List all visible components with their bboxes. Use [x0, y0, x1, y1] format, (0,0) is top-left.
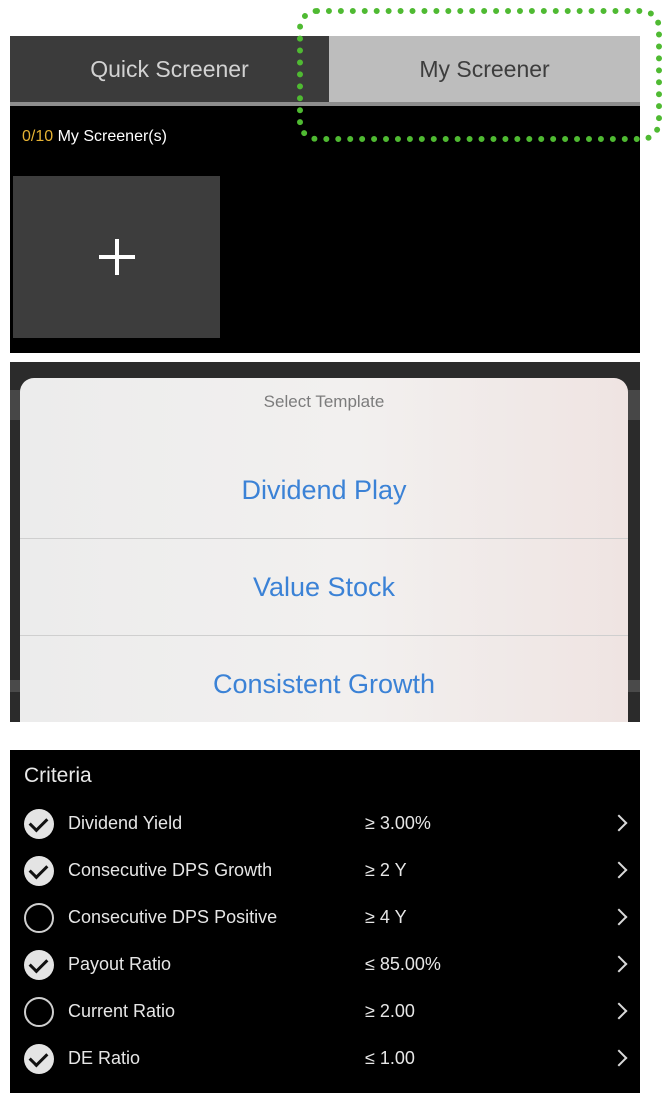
- criteria-label: Consecutive DPS Growth: [68, 860, 273, 880]
- chevron-right-icon[interactable]: [610, 861, 628, 879]
- screener-count: 0/10: [22, 128, 54, 145]
- screener-count-row: 0/10 My Screener(s): [22, 128, 167, 146]
- criteria-panel: Criteria Dividend Yield ≥ 3.00% Consecut…: [10, 750, 640, 1093]
- criteria-label: Payout Ratio: [68, 954, 172, 974]
- option-dividend-play[interactable]: Dividend Play: [20, 442, 628, 538]
- criteria-label: Current Ratio: [68, 1001, 176, 1021]
- option-value-stock[interactable]: Value Stock: [20, 539, 628, 635]
- checked-circle-icon[interactable]: [24, 950, 54, 980]
- criteria-label: Consecutive DPS Positive: [68, 907, 278, 927]
- checked-circle-icon[interactable]: [24, 856, 54, 886]
- tab-my-screener[interactable]: My Screener: [329, 36, 640, 102]
- criteria-label: Dividend Yield: [68, 813, 183, 833]
- criteria-value: ≤ 85.00%: [365, 954, 441, 974]
- screener-tabs: Quick Screener My Screener: [10, 36, 640, 102]
- criteria-row-current-ratio[interactable]: Current Ratio ≥ 2.00: [10, 992, 640, 1032]
- tab-quick-screener[interactable]: Quick Screener: [10, 36, 329, 102]
- criteria-row-payout-ratio[interactable]: Payout Ratio ≤ 85.00%: [10, 945, 640, 985]
- chevron-right-icon[interactable]: [610, 955, 628, 973]
- checked-circle-icon[interactable]: [24, 809, 54, 839]
- add-screener-button[interactable]: [13, 176, 220, 338]
- criteria-value: ≥ 3.00%: [365, 813, 431, 833]
- template-panel: Select Template Dividend Play Value Stoc…: [10, 362, 640, 722]
- tab-underline: [10, 102, 640, 106]
- chevron-right-icon[interactable]: [610, 908, 628, 926]
- criteria-title: Criteria: [24, 764, 92, 787]
- criteria-value: ≥ 4 Y: [365, 907, 407, 927]
- checked-circle-icon[interactable]: [24, 1044, 54, 1074]
- screener-panel: Quick Screener My Screener 0/10 My Scree…: [10, 36, 640, 353]
- chevron-right-icon[interactable]: [610, 814, 628, 832]
- chevron-right-icon[interactable]: [610, 1049, 628, 1067]
- criteria-row-de-ratio[interactable]: DE Ratio ≤ 1.00: [10, 1039, 640, 1079]
- criteria-row-consecutive-dps-growth[interactable]: Consecutive DPS Growth ≥ 2 Y: [10, 851, 640, 891]
- criteria-row-dividend-yield[interactable]: Dividend Yield ≥ 3.00%: [10, 804, 640, 844]
- unchecked-circle-icon[interactable]: [24, 997, 54, 1027]
- criteria-value: ≥ 2.00: [365, 1001, 415, 1021]
- criteria-label: DE Ratio: [68, 1048, 141, 1068]
- unchecked-circle-icon[interactable]: [24, 903, 54, 933]
- criteria-value: ≤ 1.00: [365, 1048, 415, 1068]
- plus-icon: [98, 239, 135, 275]
- criteria-row-consecutive-dps-positive[interactable]: Consecutive DPS Positive ≥ 4 Y: [10, 898, 640, 938]
- screener-count-label: My Screener(s): [57, 128, 167, 145]
- option-consistent-growth[interactable]: Consistent Growth: [20, 636, 628, 722]
- sheet-title: Select Template: [263, 392, 385, 411]
- criteria-value: ≥ 2 Y: [365, 860, 407, 880]
- chevron-right-icon[interactable]: [610, 1002, 628, 1020]
- select-template-sheet: Select Template Dividend Play Value Stoc…: [20, 378, 628, 722]
